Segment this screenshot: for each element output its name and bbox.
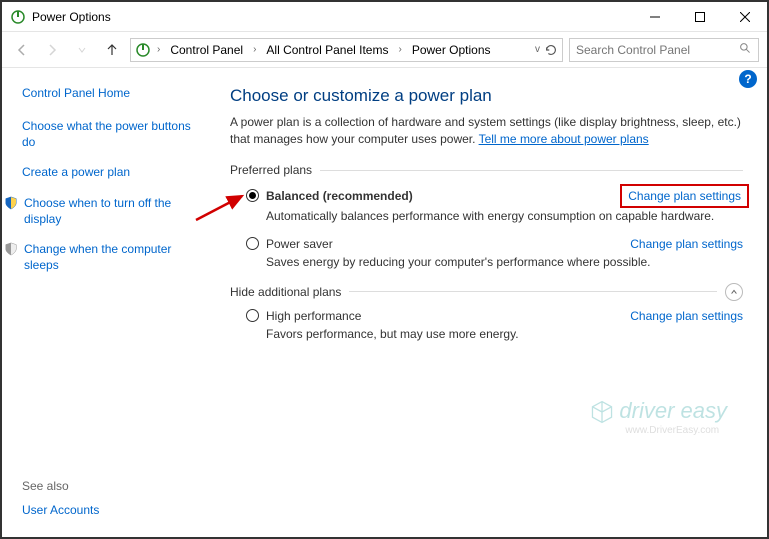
shield-icon (4, 242, 18, 256)
sidebar-link-computer-sleeps[interactable]: Change when the computer sleeps (4, 241, 200, 273)
recent-dropdown[interactable] (70, 38, 94, 62)
breadcrumb-item[interactable]: All Control Panel Items (262, 41, 392, 59)
sidebar-link-label: Change when the computer sleeps (24, 241, 200, 273)
breadcrumb-item[interactable]: Power Options (408, 41, 495, 59)
balanced-radio[interactable] (246, 189, 259, 202)
chevron-right-icon[interactable]: › (153, 44, 164, 55)
sidebar-link-label: Choose when to turn off the display (24, 195, 200, 227)
change-plan-settings-saver[interactable]: Change plan settings (630, 237, 743, 251)
sidebar-link-create-plan[interactable]: Create a power plan (22, 164, 200, 180)
change-plan-settings-high[interactable]: Change plan settings (630, 309, 743, 323)
close-button[interactable] (722, 2, 767, 31)
sidebar-link-turn-off-display[interactable]: Choose when to turn off the display (4, 195, 200, 227)
shield-icon (4, 196, 18, 210)
high-performance-plan-name: High performance (266, 309, 630, 323)
breadcrumb[interactable]: › Control Panel › All Control Panel Item… (130, 38, 563, 62)
preferred-plans-header: Preferred plans (230, 163, 743, 177)
watermark: driver easy www.DriverEasy.com (589, 398, 727, 436)
search-field[interactable] (576, 43, 739, 57)
page-heading: Choose or customize a power plan (230, 86, 743, 106)
cube-icon (589, 399, 615, 425)
chevron-right-icon[interactable]: › (394, 44, 405, 55)
high-performance-radio[interactable] (246, 309, 259, 322)
page-description: A power plan is a collection of hardware… (230, 114, 743, 149)
search-input[interactable] (569, 38, 759, 62)
high-performance-plan-desc: Favors performance, but may use more ene… (266, 327, 743, 341)
user-accounts-link[interactable]: User Accounts (22, 503, 99, 517)
refresh-icon[interactable] (544, 43, 558, 57)
power-saver-radio[interactable] (246, 237, 259, 250)
control-panel-home-link[interactable]: Control Panel Home (22, 86, 200, 100)
forward-button[interactable] (40, 38, 64, 62)
power-saver-plan-name: Power saver (266, 237, 630, 251)
maximize-button[interactable] (677, 2, 722, 31)
minimize-button[interactable] (632, 2, 677, 31)
search-icon[interactable] (739, 42, 752, 58)
up-button[interactable] (100, 38, 124, 62)
tell-me-more-link[interactable]: Tell me more about power plans (479, 132, 649, 146)
balanced-plan-desc: Automatically balances performance with … (266, 209, 743, 223)
chevron-right-icon[interactable]: › (249, 44, 260, 55)
power-options-icon (135, 42, 151, 58)
hide-additional-plans-header: Hide additional plans (230, 285, 341, 299)
sidebar-link-power-buttons[interactable]: Choose what the power buttons do (22, 118, 200, 150)
balanced-plan-name: Balanced (recommended) (266, 189, 626, 203)
power-options-icon (10, 9, 26, 25)
breadcrumb-item[interactable]: Control Panel (166, 41, 247, 59)
window-title: Power Options (32, 10, 632, 24)
power-saver-plan-desc: Saves energy by reducing your computer's… (266, 255, 743, 269)
chevron-down-icon[interactable]: v (535, 44, 540, 55)
change-plan-settings-balanced[interactable]: Change plan settings (620, 184, 749, 208)
collapse-button[interactable] (725, 283, 743, 301)
see-also-header: See also (22, 479, 99, 493)
back-button[interactable] (10, 38, 34, 62)
